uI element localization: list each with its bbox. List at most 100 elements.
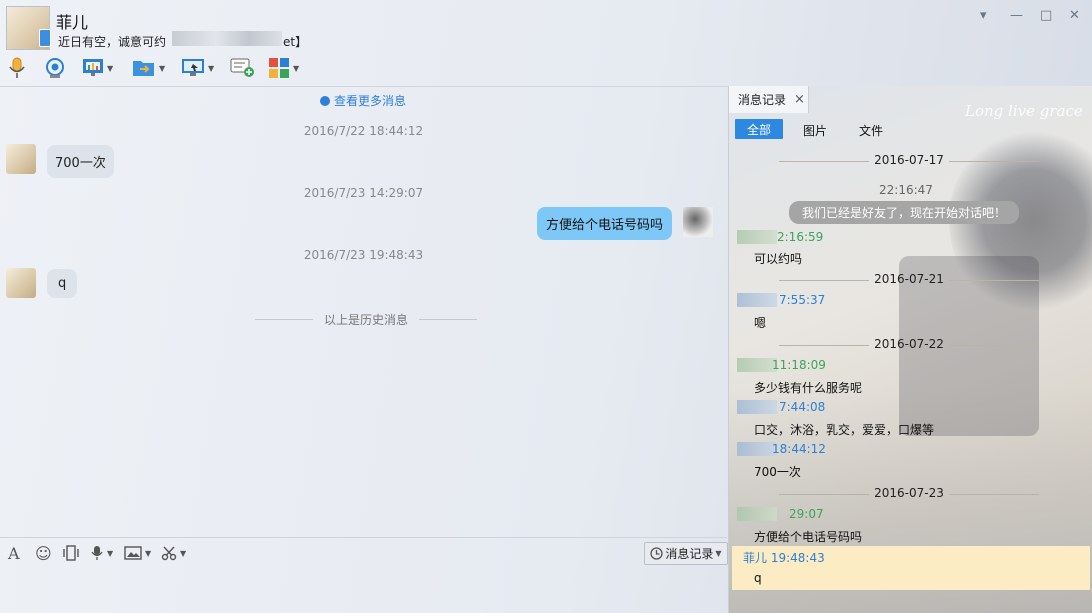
message-bubble[interactable]: 700一次 xyxy=(47,145,114,178)
message-bubble[interactable]: q xyxy=(47,269,78,298)
image-icon xyxy=(124,546,142,560)
new-discussion-button[interactable] xyxy=(230,56,256,80)
history-date-label: 2016-07-23 xyxy=(874,486,944,500)
send-image-button[interactable]: ▼ xyxy=(124,545,151,561)
history-date: 2016-07-22 xyxy=(739,337,1079,351)
history-date: 2016-07-17 xyxy=(739,153,1079,167)
filter-files-tab[interactable]: 文件 xyxy=(859,122,883,139)
screen-share-button[interactable]: ▼ xyxy=(82,56,113,80)
history-time: 22:16:47 xyxy=(879,183,933,197)
screenshot-button[interactable]: ▼ xyxy=(161,545,186,561)
chevron-down-icon[interactable]: ▼ xyxy=(159,64,165,73)
contact-signature-tail: et】 xyxy=(283,35,308,49)
scissors-icon xyxy=(161,546,177,561)
message-timestamp: 2016/7/23 19:48:43 xyxy=(303,248,424,262)
mobile-online-icon xyxy=(39,29,51,47)
minimize-button[interactable]: — xyxy=(1010,8,1023,23)
remote-desktop-icon xyxy=(182,59,204,76)
font-button[interactable]: A xyxy=(8,544,20,563)
clock-icon xyxy=(320,96,330,106)
chevron-down-icon[interactable]: ▼ xyxy=(293,64,299,73)
window-menu-button[interactable]: ▾ xyxy=(980,8,987,23)
new-chat-icon xyxy=(230,58,254,77)
close-icon[interactable]: × xyxy=(794,92,805,107)
view-more-label: 查看更多消息 xyxy=(334,94,407,108)
view-more-messages-link[interactable]: 查看更多消息 xyxy=(320,92,406,109)
video-call-button[interactable] xyxy=(44,56,66,80)
screen-share-icon xyxy=(83,59,103,76)
microphone-icon xyxy=(9,57,25,78)
redacted-sender xyxy=(737,230,777,244)
redacted-sender xyxy=(737,442,777,456)
redacted-sender xyxy=(737,507,777,521)
apps-button[interactable]: ▼ xyxy=(268,56,299,80)
chevron-down-icon[interactable]: ▼ xyxy=(145,549,151,558)
voice-call-button[interactable] xyxy=(8,56,26,80)
avatar[interactable] xyxy=(6,268,36,298)
background-script-text: Long live grace xyxy=(965,102,1083,120)
camera-icon xyxy=(46,58,64,78)
chevron-down-icon[interactable]: ▼ xyxy=(107,64,113,73)
voice-message-button[interactable]: ▼ xyxy=(90,545,113,561)
redacted-sender xyxy=(737,400,777,414)
emoji-button[interactable]: ☺ xyxy=(35,544,52,563)
redacted-sender xyxy=(737,358,777,372)
history-message[interactable]: 700一次 xyxy=(754,463,801,480)
message-timestamp: 2016/7/22 18:44:12 xyxy=(303,124,424,138)
message-history-button[interactable]: 消息记录 ▼ xyxy=(644,542,728,565)
maximize-button[interactable]: □ xyxy=(1040,8,1052,23)
system-message: 我们已经是好友了，现在开始对话吧！ xyxy=(789,201,1020,224)
message-bubble[interactable]: 方便给个电话号码吗 xyxy=(536,207,672,240)
history-message[interactable]: 多少钱有什么服务呢 xyxy=(754,379,862,396)
filter-all-tab[interactable]: 全部 xyxy=(735,119,783,139)
remote-assist-button[interactable]: ▼ xyxy=(181,56,214,80)
file-transfer-icon xyxy=(133,61,154,76)
contact-signature: 近日有空，诚意可约 xyxy=(58,35,167,49)
history-date-label: 2016-07-21 xyxy=(874,272,944,286)
avatar[interactable] xyxy=(6,144,36,174)
history-message[interactable]: 口交，沐浴，乳交，爱爱，口爆等 xyxy=(754,421,934,438)
history-date: 2016-07-23 xyxy=(739,486,1079,500)
history-time: 29:07 xyxy=(789,507,824,521)
message-list: 查看更多消息 2016/7/22 18:44:12 700一次 2016/7/2… xyxy=(0,87,727,537)
send-file-button[interactable]: ▼ xyxy=(132,56,165,80)
history-message[interactable]: 方便给个电话号码吗 xyxy=(754,528,862,545)
shake-window-button[interactable] xyxy=(62,545,80,561)
history-time: 7:55:37 xyxy=(779,293,826,307)
history-date-label: 2016-07-17 xyxy=(874,153,944,167)
chevron-down-icon[interactable]: ▼ xyxy=(107,549,113,558)
chat-window: 菲儿 近日有空，诚意可约 et】 ▼ ▼ ▼ ▼ ▾ — □ ✕ 查看更多消息 … xyxy=(0,0,1092,613)
history-message[interactable]: 可以约吗 xyxy=(754,250,802,267)
chevron-down-icon[interactable]: ▼ xyxy=(208,64,214,73)
history-sender-time: 菲儿 19:48:43 xyxy=(743,551,825,565)
history-message[interactable]: 嗯 xyxy=(754,314,766,331)
avatar[interactable] xyxy=(683,207,713,237)
filter-images-tab[interactable]: 图片 xyxy=(803,122,827,139)
contact-avatar[interactable] xyxy=(6,6,51,50)
history-time: 11:18:09 xyxy=(772,358,826,372)
apps-grid-icon xyxy=(269,58,289,78)
input-toolbar: A ☺ ▼ ▼ ▼ 消息记录 ▼ xyxy=(0,537,728,568)
chat-header: 菲儿 近日有空，诚意可约 et】 ▼ ▼ ▼ ▼ ▾ — □ ✕ xyxy=(0,0,1092,87)
history-time: 18:44:12 xyxy=(772,442,826,456)
clock-icon xyxy=(650,547,664,560)
tab-message-history[interactable]: 消息记录 × xyxy=(729,86,809,113)
microphone-icon xyxy=(91,546,103,560)
contact-name[interactable]: 菲儿 xyxy=(56,9,88,33)
history-divider: 以上是历史消息 xyxy=(255,311,477,328)
history-time: 7:44:08 xyxy=(779,400,826,414)
message-timestamp: 2016/7/23 14:29:07 xyxy=(303,186,424,200)
history-date: 2016-07-21 xyxy=(739,272,1079,286)
message-history-label: 消息记录 xyxy=(665,547,714,561)
history-date-label: 2016-07-22 xyxy=(874,337,944,351)
close-button[interactable]: ✕ xyxy=(1069,8,1080,23)
message-input[interactable] xyxy=(0,568,727,613)
history-panel: Long live grace 消息记录 × 全部 图片 文件 2016-07-… xyxy=(728,86,1092,613)
redacted-sender xyxy=(737,293,777,307)
redacted-signature xyxy=(172,31,282,46)
history-message[interactable]: q xyxy=(754,571,762,585)
chevron-down-icon[interactable]: ▼ xyxy=(180,549,186,558)
vibrate-icon xyxy=(63,545,79,561)
chevron-down-icon[interactable]: ▼ xyxy=(715,549,721,558)
tab-label: 消息记录 xyxy=(738,93,787,107)
